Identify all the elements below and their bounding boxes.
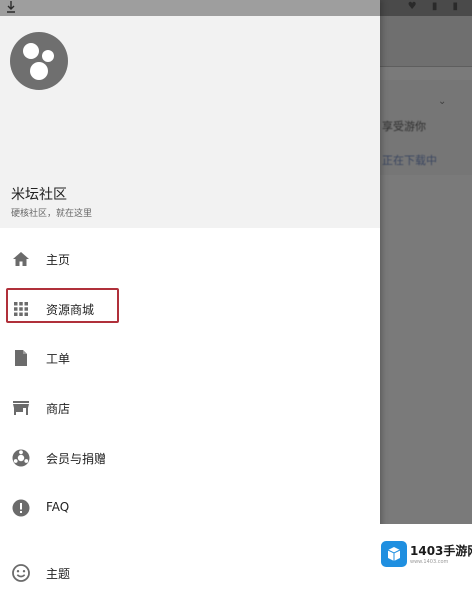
cube-logo-icon <box>381 541 407 567</box>
watermark-brand: 1403手游网 <box>410 544 472 558</box>
chevron-down-icon: ⌄ <box>438 96 447 107</box>
menu-item-shop[interactable]: 商店 <box>0 388 380 428</box>
highlight-annotation <box>6 288 119 323</box>
menu-item-label: 主题 <box>46 567 71 581</box>
menu-item-label: 商店 <box>46 402 71 416</box>
home-icon <box>13 252 29 266</box>
screen: ♥ ▮ ▮ ⌄ 享受游你 正在下载中 米坛社区 硬核社区，就在这里 主页 资源商… <box>0 0 472 589</box>
menu-item-ticket[interactable]: 工单 <box>0 338 380 378</box>
background-link-text: 正在下载中 <box>382 154 437 167</box>
document-icon <box>15 350 27 366</box>
navigation-drawer: 米坛社区 硬核社区，就在这里 主页 资源商城 工单 商店 会员与捐赠 FAQ 主… <box>0 0 380 589</box>
menu-item-theme[interactable]: 主题 <box>0 553 380 589</box>
community-subtitle: 硬核社区，就在这里 <box>11 209 93 219</box>
menu-item-home[interactable]: 主页 <box>0 239 380 279</box>
watermark-url: www.1403.com <box>410 559 449 565</box>
menu-item-faq[interactable]: FAQ <box>0 488 380 528</box>
menu-item-label: 工单 <box>46 352 71 366</box>
watermark: 1403手游网 www.1403.com <box>380 524 472 589</box>
menu-item-label: FAQ <box>46 500 70 514</box>
drawer-header: 米坛社区 硬核社区，就在这里 <box>0 16 380 228</box>
storefront-icon <box>13 401 29 415</box>
info-icon <box>12 499 30 517</box>
community-title: 米坛社区 <box>11 187 67 203</box>
download-icon <box>7 1 15 13</box>
menu-item-label: 主页 <box>46 253 71 267</box>
drawer-status-bar <box>0 0 380 16</box>
background-text: 享受游你 <box>382 120 426 133</box>
smiley-icon <box>12 564 30 582</box>
menu-item-label: 会员与捐赠 <box>46 452 107 466</box>
divider <box>380 66 472 67</box>
support-icon <box>12 449 30 467</box>
status-icons: ♥ ▮ ▮ <box>407 1 464 12</box>
menu-item-membership-donation[interactable]: 会员与捐赠 <box>0 438 380 478</box>
avatar[interactable] <box>10 32 68 90</box>
